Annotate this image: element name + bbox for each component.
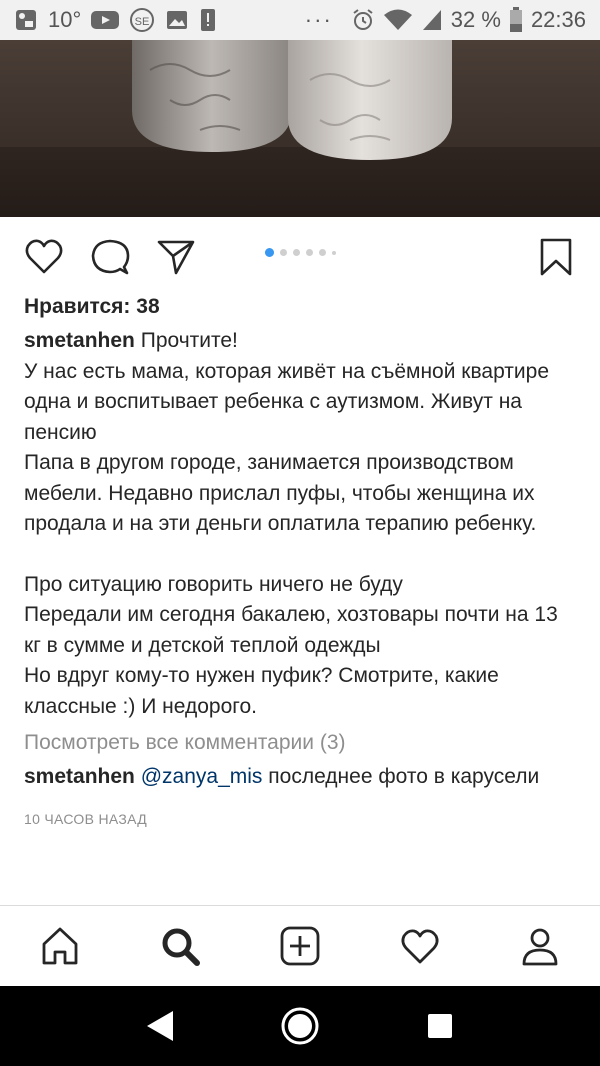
post-photo[interactable]: [0, 40, 600, 217]
heart-icon: [401, 929, 439, 964]
likes-count[interactable]: Нравится: 38: [24, 292, 580, 322]
caption-username[interactable]: smetanhen: [24, 329, 135, 352]
youtube-icon: [91, 10, 120, 30]
post-content: Нравится: 38 smetanhen Прочтите! У нас е…: [24, 292, 580, 827]
status-bar: 10° SE ··· 32 % 22:36: [0, 0, 600, 40]
send-icon: [157, 240, 195, 275]
comment: smetanhen @zanya_mis последнее фото в ка…: [24, 762, 580, 793]
pouf-photo: [132, 40, 452, 160]
signal-icon: [421, 8, 443, 32]
gallery-icon: [165, 8, 189, 32]
nav-search[interactable]: [150, 916, 210, 976]
nav-activity[interactable]: [390, 916, 450, 976]
comment-button[interactable]: [88, 235, 132, 279]
profile-icon: [522, 928, 558, 966]
home-circle-icon: [281, 1007, 319, 1045]
alarm-icon: [351, 8, 375, 32]
carousel-dot: [293, 249, 300, 256]
carousel-dot: [280, 249, 287, 256]
carousel-dot: [332, 250, 336, 255]
recents-square-icon: [428, 1014, 452, 1038]
like-button[interactable]: [22, 235, 66, 279]
alert-icon: [199, 8, 217, 32]
bookmark-icon: [540, 238, 572, 276]
battery-percent: 32 %: [450, 7, 501, 32]
caption: smetanhen Прочтите! У нас есть мама, кот…: [24, 326, 580, 722]
home-system-button[interactable]: [270, 996, 330, 1056]
search-icon: [162, 928, 200, 966]
post-timestamp: 10 ЧАСОВ НАЗАД: [24, 810, 147, 827]
add-post-icon: [280, 926, 320, 966]
recents-button[interactable]: [410, 996, 470, 1056]
system-navigation-bar: [0, 986, 600, 1066]
comment-bubble-icon: [91, 239, 130, 275]
share-button[interactable]: [154, 235, 198, 279]
comment-mention[interactable]: @zanya_mis: [141, 765, 263, 788]
view-all-comments-link[interactable]: Посмотреть все комментарии (3): [24, 728, 580, 758]
wifi-icon: [383, 8, 413, 32]
home-icon: [42, 927, 78, 965]
heart-icon: [25, 239, 63, 274]
caption-first-line: Прочтите!: [140, 329, 238, 352]
caption-paragraph-1: У нас есть мама, которая живёт на съёмно…: [24, 359, 549, 536]
back-triangle-icon: [147, 1011, 173, 1041]
nav-profile[interactable]: [510, 916, 570, 976]
carousel-dot: [265, 248, 274, 257]
bottom-navigation: [0, 905, 600, 986]
back-button[interactable]: [130, 996, 190, 1056]
carousel-indicator: [265, 248, 336, 257]
clock-time: 22:36: [530, 7, 586, 32]
comment-username[interactable]: smetanhen: [24, 765, 135, 788]
caption-paragraph-2: Про ситуацию говорить ничего не буду Пер…: [24, 572, 558, 718]
comment-text: последнее фото в карусели: [268, 765, 540, 788]
overflow-icon: ···: [304, 7, 333, 32]
svg-text:SE: SE: [135, 16, 150, 28]
battery-icon: [509, 7, 523, 33]
nav-new-post[interactable]: [270, 916, 330, 976]
temperature-text: 10°: [48, 7, 82, 32]
save-button[interactable]: [534, 235, 578, 279]
carousel-dot: [306, 249, 313, 256]
carousel-dot: [319, 249, 326, 256]
se-icon: SE: [129, 7, 155, 33]
nav-home[interactable]: [30, 916, 90, 976]
photo-app-icon: [14, 8, 38, 32]
